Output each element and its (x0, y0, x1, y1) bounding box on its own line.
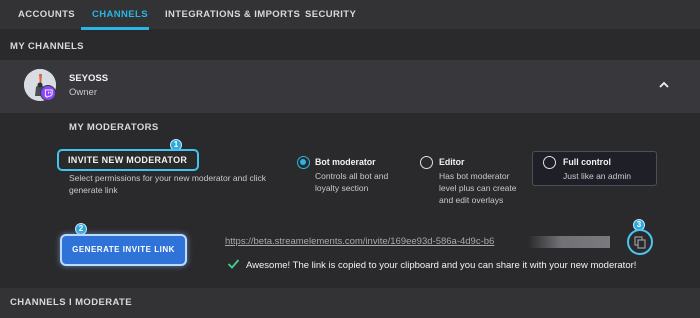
tab-accounts[interactable]: ACCOUNTS (18, 0, 75, 30)
full-control-label: Full control (563, 157, 611, 167)
full-control-radio[interactable] (543, 156, 556, 169)
copy-link-button[interactable] (627, 229, 653, 255)
editor-label: Editor (439, 157, 465, 167)
active-tab-indicator (81, 27, 149, 30)
checkmark-icon (227, 259, 240, 269)
tab-integrations-imports[interactable]: INTEGRATIONS & IMPORTS (165, 0, 300, 30)
twitch-icon (40, 85, 56, 101)
tab-bar: ACCOUNTS CHANNELS INTEGRATIONS & IMPORTS… (0, 0, 700, 30)
tab-channels[interactable]: CHANNELS (92, 0, 148, 30)
invite-new-moderator-title: INVITE NEW MODERATOR (57, 149, 199, 171)
generate-invite-link-button[interactable]: GENERATE INVITE LINK (62, 236, 185, 264)
tab-security[interactable]: SECURITY (305, 0, 356, 30)
channel-row[interactable] (0, 60, 700, 113)
copy-icon (634, 235, 646, 249)
channels-i-moderate-title: CHANNELS I MODERATE (10, 297, 132, 308)
channel-role: Owner (69, 87, 97, 98)
bot-moderator-radio[interactable] (297, 156, 310, 169)
link-fade-overlay (528, 236, 610, 248)
invite-description: Select permissions for your new moderato… (69, 173, 266, 195)
success-message: Awesome! The link is copied to your clip… (246, 260, 637, 271)
step-badge-2: 2 (75, 223, 87, 235)
bot-moderator-desc: Controls all bot and loyalty section (315, 171, 389, 193)
bot-moderator-label: Bot moderator (315, 157, 376, 167)
chevron-up-icon[interactable] (658, 80, 670, 90)
full-control-desc: Just like an admin (563, 171, 632, 181)
editor-desc: Has bot moderator level plus can create … (439, 171, 517, 205)
channel-name: SEYOSS (69, 73, 109, 84)
editor-radio[interactable] (420, 156, 433, 169)
my-moderators-title: MY MODERATORS (69, 122, 159, 133)
my-channels-title: MY CHANNELS (10, 41, 84, 52)
